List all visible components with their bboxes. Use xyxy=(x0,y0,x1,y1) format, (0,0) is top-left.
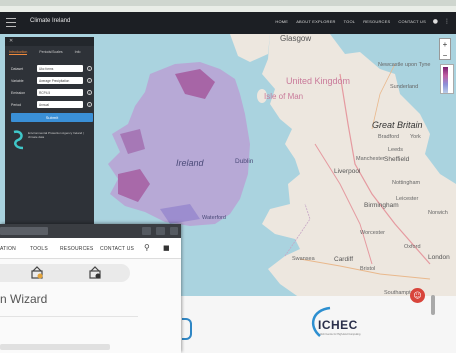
partner-logo xyxy=(182,318,192,340)
front-titlebar xyxy=(0,224,181,238)
share-icon[interactable] xyxy=(142,227,151,235)
nav-link-home[interactable]: HOME xyxy=(275,19,288,24)
nav-link-tool[interactable]: TOOL xyxy=(344,19,356,24)
scotland-land xyxy=(230,34,270,62)
menu-dots-icon[interactable]: ⋮ xyxy=(444,18,450,25)
settings-panel: ✕ Introduction Periods/Scales Info Datas… xyxy=(5,37,94,227)
user-icon[interactable]: ■ xyxy=(163,244,170,252)
label-sheffield: Sheffield xyxy=(384,156,410,163)
epa-logo xyxy=(13,130,24,150)
label-bristol: Bristol xyxy=(360,266,376,272)
label-leeds: Leeds xyxy=(388,147,403,153)
zoom-out-button[interactable]: − xyxy=(440,50,450,61)
tab-periods[interactable]: Periods/Scales xyxy=(39,50,62,55)
new-tab-icon[interactable] xyxy=(170,227,178,235)
wizard-title: n Wizard xyxy=(0,292,48,306)
legend-colorbar xyxy=(443,67,448,93)
emission-select[interactable]: RCP4.5 xyxy=(37,89,83,96)
step-settings-icon[interactable] xyxy=(88,266,102,280)
info-icon[interactable]: i xyxy=(87,102,92,107)
label-sunderland: Sunderland xyxy=(390,84,419,90)
top-navbar: Climate Ireland HOME ABOUT EXPLORER TOOL… xyxy=(0,12,456,34)
ichec-brand: ICHEC xyxy=(318,318,358,332)
nav-link-about[interactable]: ABOUT EXPLORER xyxy=(296,19,335,24)
app-title: Climate Ireland xyxy=(30,18,71,24)
nav-link-ation[interactable]: ATION xyxy=(0,246,16,252)
field-period: Period Annual i xyxy=(11,101,93,109)
submit-button[interactable]: Submit xyxy=(11,113,93,122)
label-dublin: Dublin xyxy=(235,158,254,165)
front-address-bar[interactable] xyxy=(0,227,48,235)
label-birmingham: Birmingham xyxy=(364,202,399,209)
notification-badge[interactable]: ☺ xyxy=(410,288,425,303)
close-panel-icon[interactable]: ✕ xyxy=(9,38,13,44)
label-bradford: Bradford xyxy=(378,134,400,140)
label-london: London xyxy=(428,254,450,261)
field-emission: Emission RCP4.5 i xyxy=(11,89,93,97)
tab-info[interactable]: Info xyxy=(75,50,81,55)
field-label: Variable xyxy=(11,79,24,83)
user-icon[interactable]: ● xyxy=(433,18,438,25)
label-worcester: Worcester xyxy=(360,230,385,236)
info-icon[interactable]: i xyxy=(87,66,92,71)
nav-link-contact[interactable]: CONTACT US xyxy=(398,19,426,24)
blurred-content xyxy=(0,344,110,350)
period-select[interactable]: Annual xyxy=(37,101,83,108)
label-waterford: Waterford xyxy=(202,215,226,221)
wizard-window: ATION TOOLS RESOURCES CONTACT US ⚲ ■ n W… xyxy=(0,224,181,353)
nav-link-resources[interactable]: RESOURCES xyxy=(363,19,390,24)
wizard-nav: ATION TOOLS RESOURCES CONTACT US ⚲ ■ xyxy=(0,238,181,259)
label-leicester: Leicester xyxy=(396,196,419,202)
label-united-kingdom: United Kingdom xyxy=(286,76,351,86)
variable-select[interactable]: Average Precipitation xyxy=(37,77,83,84)
field-label: Period xyxy=(11,103,22,107)
ichec-subtitle: Irish Centre for High-End Computing xyxy=(320,333,361,336)
nav-link-contact[interactable]: CONTACT US xyxy=(100,246,134,252)
label-newcastle: Newcastle upon Tyne xyxy=(378,62,431,68)
page-scrollbar[interactable] xyxy=(431,295,435,315)
panel-header: ✕ xyxy=(5,37,94,46)
nav-link-tools[interactable]: TOOLS xyxy=(30,246,48,252)
tabs-icon[interactable] xyxy=(156,227,165,235)
step-map-icon[interactable] xyxy=(30,266,44,280)
label-glasgow: Glasgow xyxy=(280,34,312,43)
zoom-in-button[interactable]: + xyxy=(440,39,450,50)
label-oxford: Oxford xyxy=(404,244,421,250)
divider xyxy=(0,316,138,317)
label-swansea: Swansea xyxy=(292,256,315,262)
label-ireland: Ireland xyxy=(176,158,204,168)
panel-tabs: Introduction Periods/Scales Info xyxy=(9,50,81,55)
label-nottingham: Nottingham xyxy=(392,180,421,186)
label-cardiff: Cardiff xyxy=(334,256,354,263)
sponsor-text: Environmental Protection Agency Ireland … xyxy=(28,131,84,139)
label-great-britain: Great Britain xyxy=(372,120,423,130)
label-york: York xyxy=(410,134,421,140)
label-liverpool: Liverpool xyxy=(334,168,361,175)
label-isle-of-man: Isle of Man xyxy=(264,92,304,101)
dataset-select[interactable]: Ukc forms xyxy=(37,65,83,72)
field-label: Dataset xyxy=(11,67,24,71)
precip-legend xyxy=(440,64,454,94)
hamburger-menu-icon[interactable] xyxy=(6,18,16,28)
tab-introduction[interactable]: Introduction xyxy=(9,50,28,55)
label-manchester: Manchester xyxy=(356,156,385,162)
field-dataset: Dataset Ukc forms i xyxy=(11,65,93,73)
nav-link-resources[interactable]: RESOURCES xyxy=(60,246,93,252)
wizard-steps-bar xyxy=(0,264,130,282)
info-icon[interactable]: i xyxy=(87,90,92,95)
nav-links: HOME ABOUT EXPLORER TOOL RESOURCES CONTA… xyxy=(275,19,426,24)
zoom-control: + − xyxy=(439,38,451,60)
label-norwich: Norwich xyxy=(428,210,448,216)
field-label: Emission xyxy=(11,91,26,95)
field-variable: Variable Average Precipitation i xyxy=(11,77,93,85)
search-icon[interactable]: ⚲ xyxy=(144,243,150,252)
info-icon[interactable]: i xyxy=(87,78,92,83)
desktop: Climate Ireland HOME ABOUT EXPLORER TOOL… xyxy=(0,0,456,353)
